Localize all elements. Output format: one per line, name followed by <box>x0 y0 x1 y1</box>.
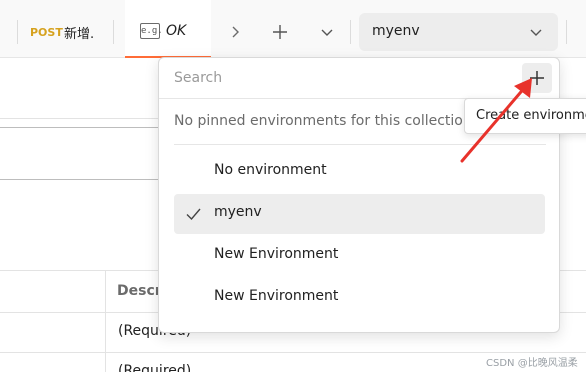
watermark: CSDN @比晚风温柔 <box>486 358 578 369</box>
annotation-arrow <box>460 78 532 163</box>
